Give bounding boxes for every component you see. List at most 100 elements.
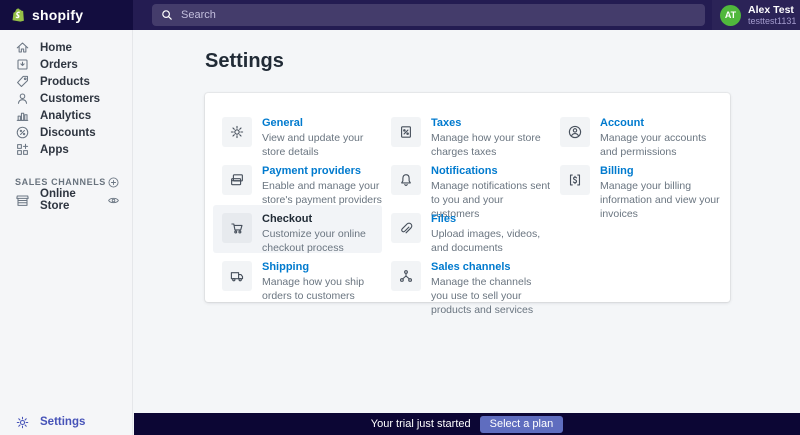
settings-desc: Enable and manage your store's payment p… [262, 179, 382, 207]
network-icon [398, 268, 414, 284]
search-input[interactable]: Search [152, 4, 705, 26]
settings-cell-checkout[interactable]: CheckoutCustomize your online checkout p… [213, 205, 382, 253]
billing-dollar-icon [567, 172, 583, 188]
settings-cell-sales-channels[interactable]: Sales channelsManage the channels you us… [382, 253, 551, 301]
search-placeholder: Search [181, 9, 216, 21]
user-name: Alex Test [748, 4, 796, 16]
products-icon [15, 74, 30, 89]
settings-cell-billing[interactable]: BillingManage your billing information a… [551, 157, 720, 205]
sidebar-item-apps[interactable]: Apps [0, 141, 132, 158]
settings-link-checkout[interactable]: Checkout [262, 213, 382, 226]
cell-text: CheckoutCustomize your online checkout p… [262, 213, 382, 253]
cell-text: Sales channelsManage the channels you us… [431, 261, 551, 301]
settings-link-files[interactable]: Files [431, 213, 551, 226]
icon-box [222, 213, 252, 243]
settings-column: TaxesManage how your store charges taxes… [382, 109, 551, 301]
icon-box [222, 165, 252, 195]
plus-circle-icon[interactable] [107, 176, 120, 189]
store-name: testtest1131 [748, 16, 796, 26]
analytics-icon [15, 108, 30, 123]
settings-link-taxes[interactable]: Taxes [431, 117, 551, 130]
settings-link-shipping[interactable]: Shipping [262, 261, 382, 274]
cell-text: AccountManage your accounts and permissi… [600, 117, 720, 157]
icon-box [391, 261, 421, 291]
cell-text: Payment providersEnable and manage your … [262, 165, 382, 205]
cell-text: GeneralView and update your store detail… [262, 117, 382, 157]
settings-cell-general[interactable]: GeneralView and update your store detail… [213, 109, 382, 157]
settings-link-account[interactable]: Account [600, 117, 720, 130]
topbar: shopify Search AT Alex Test testtest1131 [0, 0, 800, 30]
cell-text: BillingManage your billing information a… [600, 165, 720, 205]
settings-link-notifications[interactable]: Notifications [431, 165, 551, 178]
home-icon [15, 40, 30, 55]
sidebar-item-discounts[interactable]: Discounts [0, 124, 132, 141]
shopify-bag-icon [11, 7, 27, 23]
sidebar-item-label: Settings [40, 416, 85, 428]
orders-icon [15, 57, 30, 72]
icon-box [222, 117, 252, 147]
sidebar: Home Orders ProductsCustomers Analytics Disc… [0, 30, 133, 435]
gear-icon [229, 124, 245, 140]
sidebar-item-analytics[interactable]: Analytics [0, 107, 132, 124]
sidebar-item-settings[interactable]: Settings [0, 413, 85, 431]
settings-desc: Customize your online checkout process [262, 227, 382, 255]
settings-cell-shipping[interactable]: ShippingManage how you ship orders to cu… [213, 253, 382, 301]
settings-link-payment-providers[interactable]: Payment providers [262, 165, 382, 178]
settings-cell-files[interactable]: FilesUpload images, videos, and document… [382, 205, 551, 253]
cart-icon [229, 220, 245, 236]
icon-box [391, 165, 421, 195]
search-area: Search [133, 0, 800, 30]
settings-desc: Manage how you ship orders to customers [262, 275, 382, 303]
customers-icon [15, 91, 30, 106]
gear-icon [15, 415, 30, 430]
select-plan-button[interactable]: Select a plan [480, 416, 564, 433]
truck-icon [229, 268, 245, 284]
cell-text: FilesUpload images, videos, and document… [431, 213, 551, 253]
icon-box [560, 117, 590, 147]
sidebar-item-label: Home [40, 42, 72, 54]
tax-document-icon [398, 124, 414, 140]
nav-list: Home Orders ProductsCustomers Analytics Disc… [0, 30, 132, 158]
apps-icon [15, 142, 30, 157]
cell-text: NotificationsManage notifications sent t… [431, 165, 551, 205]
shopify-logo[interactable]: shopify [0, 0, 133, 30]
settings-link-sales-channels[interactable]: Sales channels [431, 261, 551, 274]
settings-grid: GeneralView and update your store detail… [213, 109, 716, 301]
page-title: Settings [205, 50, 284, 73]
settings-desc: Manage your billing information and view… [600, 179, 720, 221]
sidebar-channel-online-store[interactable]: Online Store [0, 190, 132, 210]
settings-cell-account[interactable]: AccountManage your accounts and permissi… [551, 109, 720, 157]
user-menu[interactable]: AT Alex Test testtest1131 [712, 0, 800, 30]
sidebar-item-label: Analytics [40, 110, 91, 122]
settings-column: AccountManage your accounts and permissi… [551, 109, 720, 301]
icon-box [560, 165, 590, 195]
settings-link-billing[interactable]: Billing [600, 165, 720, 178]
settings-cell-notifications[interactable]: NotificationsManage notifications sent t… [382, 157, 551, 205]
settings-cell-payment-providers[interactable]: Payment providersEnable and manage your … [213, 157, 382, 205]
search-icon [161, 9, 173, 21]
sidebar-item-label: Discounts [40, 127, 96, 139]
avatar: AT [720, 5, 741, 26]
sidebar-item-customers[interactable]: Customers [0, 90, 132, 107]
trial-bar: Your trial just started Select a plan [134, 413, 800, 435]
icon-box [222, 261, 252, 291]
settings-desc: Manage your accounts and permissions [600, 131, 720, 159]
settings-link-general[interactable]: General [262, 117, 382, 130]
sidebar-item-products[interactable]: Products [0, 73, 132, 90]
payment-cards-icon [229, 172, 245, 188]
sidebar-item-label: Orders [40, 59, 78, 71]
settings-cell-taxes[interactable]: TaxesManage how your store charges taxes [382, 109, 551, 157]
user-text: Alex Test testtest1131 [748, 4, 796, 26]
shopify-wordmark: shopify [32, 7, 83, 23]
sidebar-item-orders[interactable]: Orders [0, 56, 132, 73]
storefront-icon [15, 193, 30, 208]
icon-box [391, 213, 421, 243]
trial-text: Your trial just started [371, 418, 471, 430]
settings-card: GeneralView and update your store detail… [205, 93, 730, 302]
sidebar-item-home[interactable]: Home [0, 39, 132, 56]
settings-desc: Upload images, videos, and documents [431, 227, 551, 255]
discounts-icon [15, 125, 30, 140]
eye-icon[interactable] [107, 194, 120, 207]
icon-box [391, 117, 421, 147]
account-person-icon [567, 124, 583, 140]
